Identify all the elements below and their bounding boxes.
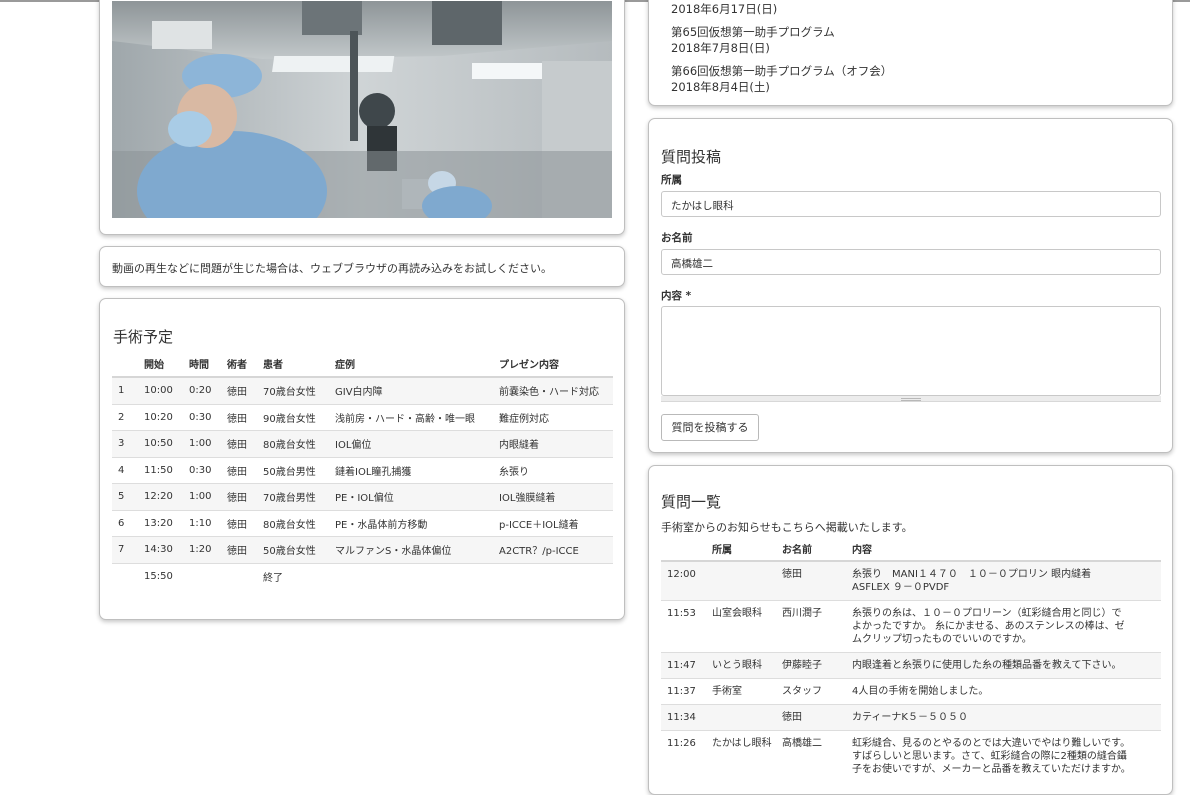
event-date: 2018年7月8日(日) xyxy=(671,41,770,55)
event-title: 第66回仮想第一助手プログラム（オフ会） xyxy=(671,64,893,78)
video-card xyxy=(99,0,625,235)
question-row: 11:34 徳田 カティーナK５－５０５０ xyxy=(661,704,1161,731)
textarea-drag-handle[interactable] xyxy=(661,396,1161,402)
question-list-title: 質問一覧 xyxy=(661,493,722,511)
col-surgeon: 術者 xyxy=(221,350,257,378)
surgery-schedule-card: 手術予定 開始 時間 術者 患者 症例 プレゼン内容 1 10:00 0:20 徳田 7… xyxy=(99,298,625,620)
question-row: 11:26 たかはし眼科 高橋雄二 虹彩縫合、見るのとやるのとでは大違いでやはり難しい… xyxy=(661,730,1161,782)
schedule-header-row: 開始 時間 術者 患者 症例 プレゼン内容 xyxy=(112,350,613,378)
col-affiliation: 所属 xyxy=(706,536,776,562)
col-patient: 患者 xyxy=(257,350,329,378)
name-label: お名前 xyxy=(661,232,693,244)
schedule-row: 1 10:00 0:20 徳田 70歳台女性 GIV白内障 前嚢染色・ハード対応 xyxy=(112,376,613,404)
question-post-card: 質問投稿 所属 たかはし眼科 お名前 高橋雄二 内容 * 質問を投稿する xyxy=(648,118,1173,453)
schedule-row: 5 12:20 1:00 徳田 70歳台男性 PE・IOL偏位 IOL強膜縫着 xyxy=(112,483,613,510)
col-content: 内容 xyxy=(846,536,1161,562)
schedule-end-row: 15:50 終了 xyxy=(112,562,613,589)
affiliation-input[interactable]: たかはし眼科 xyxy=(661,191,1161,217)
question-list-note: 手術室からのお知らせもこちらへ掲載いたします。 xyxy=(661,521,913,534)
question-row: 11:37 手術室 スタッフ 4人目の手術を開始しました。 xyxy=(661,678,1161,705)
schedule-table: 開始 時間 術者 患者 症例 プレゼン内容 1 10:00 0:20 徳田 70歳台女性… xyxy=(112,350,613,589)
col-presentation: プレゼン内容 xyxy=(493,350,613,378)
question-list-header-row: 所属 お名前 内容 xyxy=(661,536,1161,562)
question-row: 12:00 徳田 糸張り MANI１４７０ １０－０プロリン 眼内縫着 ASFLEX… xyxy=(661,560,1161,601)
col-start: 開始 xyxy=(138,350,183,378)
col-time xyxy=(661,536,706,562)
schedule-title: 手術予定 xyxy=(113,328,174,346)
question-list-card: 質問一覧 手術室からのお知らせもこちらへ掲載いたします。 所属 お名前 内容 1… xyxy=(648,465,1173,795)
schedule-row: 3 10:50 1:00 徳田 80歳台女性 IOL偏位 内眼縫着 xyxy=(112,430,613,457)
playback-notice-text: 動画の再生などに問題が生じた場合は、ウェブブラウザの再読み込みをお試しください。 xyxy=(112,262,552,275)
schedule-row: 4 11:50 0:30 徳田 50歳台男性 鏈着IOL瞳孔捕獲 糸張り xyxy=(112,456,613,484)
question-post-title: 質問投稿 xyxy=(661,148,722,166)
content-textarea[interactable] xyxy=(661,306,1161,396)
schedule-row: 2 10:20 0:30 徳田 90歳台女性 浅前房・ハード・高齢・唯一眼 難症例対応 xyxy=(112,403,613,431)
video-player[interactable] xyxy=(112,1,612,218)
question-row: 11:47 いとう眼科 伊藤睦子 内眼逢着と糸張りに使用した糸の種類品番を教えて下さい… xyxy=(661,652,1161,679)
question-list-table: 所属 お名前 内容 12:00 徳田 糸張り MANI１４７０ １０－０プロリン 眼… xyxy=(661,536,1161,782)
event-title: 第65回仮想第一助手プログラム xyxy=(671,25,835,39)
question-row: 11:53 山室会眼科 西川潤子 糸張りの糸は、１０－０プロリーン（虹彩縫合用と同じ）… xyxy=(661,600,1161,653)
col-case: 症例 xyxy=(329,350,493,378)
affiliation-label: 所属 xyxy=(661,174,682,186)
operating-room-video-frame xyxy=(112,1,612,218)
name-input[interactable]: 高橋雄二 xyxy=(661,249,1161,275)
schedule-row: 6 13:20 1:10 徳田 80歳台女性 PE・水晶体前方移動 p-ICCE＋IOL縫着 xyxy=(112,509,613,537)
col-number xyxy=(112,350,138,378)
col-name: お名前 xyxy=(776,536,846,562)
content-label: 内容 * xyxy=(661,290,692,302)
event-date: 2018年8月4日(土) xyxy=(671,80,770,94)
col-duration: 時間 xyxy=(183,350,221,378)
event-date: 2018年6月17日(日) xyxy=(671,2,778,16)
upcoming-events-card: 2018年6月17日(日) 第65回仮想第一助手プログラム 2018年7月8日(… xyxy=(648,0,1173,106)
submit-question-button[interactable]: 質問を投稿する xyxy=(661,414,759,441)
schedule-row: 7 14:30 1:20 徳田 50歳台女性 マルファンS・水晶体偏位 A2CTR？/p-I… xyxy=(112,536,613,563)
playback-notice-card: 動画の再生などに問題が生じた場合は、ウェブブラウザの再読み込みをお試しください。 xyxy=(99,246,625,287)
